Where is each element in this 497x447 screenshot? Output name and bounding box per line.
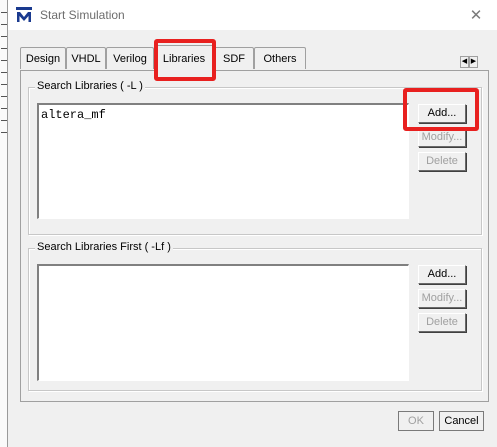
- tab-scroll-right-icon[interactable]: ▶: [469, 56, 478, 68]
- search-libraries-first-group: Search Libraries First ( -Lf ) Add... Mo…: [28, 241, 482, 391]
- tab-vhdl[interactable]: VHDL: [66, 47, 106, 69]
- tab-scroll-left-icon[interactable]: ◀: [460, 56, 469, 68]
- search-libraries-first-list[interactable]: [37, 264, 409, 381]
- highlight-add-button: [403, 88, 479, 131]
- tab-verilog[interactable]: Verilog: [106, 47, 154, 69]
- close-icon: ✕: [469, 7, 483, 24]
- delete-library-first-button[interactable]: Delete: [418, 313, 466, 332]
- add-library-first-button[interactable]: Add...: [418, 265, 466, 284]
- tab-scroll-arrows: ◀ ▶: [460, 56, 478, 68]
- tab-design[interactable]: Design: [20, 47, 66, 69]
- tab-sdf[interactable]: SDF: [214, 47, 254, 69]
- start-simulation-dialog: Start Simulation ✕ Design VHDL Verilog L…: [7, 0, 497, 447]
- search-libraries-first-label: Search Libraries First ( -Lf ): [35, 241, 173, 253]
- search-libraries-label: Search Libraries ( -L ): [35, 80, 145, 92]
- highlight-libraries-tab: [154, 39, 216, 81]
- title-bar: Start Simulation ✕: [8, 0, 497, 30]
- delete-library-button[interactable]: Delete: [418, 152, 466, 171]
- modelsim-logo-icon: [16, 7, 32, 22]
- list-item[interactable]: altera_mf: [41, 108, 106, 122]
- tab-others[interactable]: Others: [254, 47, 306, 69]
- search-libraries-list[interactable]: altera_mf: [37, 103, 409, 219]
- window-title: Start Simulation: [40, 8, 125, 22]
- cancel-button[interactable]: Cancel: [439, 411, 484, 431]
- close-button[interactable]: ✕: [454, 0, 497, 30]
- ok-button[interactable]: OK: [398, 411, 434, 431]
- modify-library-first-button[interactable]: Modify...: [418, 289, 466, 308]
